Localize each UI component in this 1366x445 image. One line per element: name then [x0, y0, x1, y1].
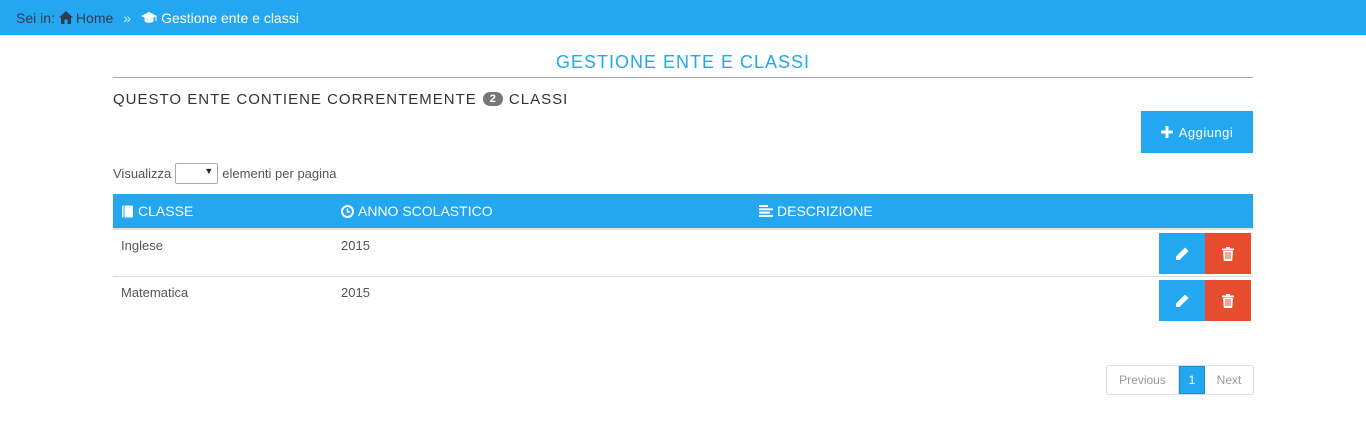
plus-icon [1160, 126, 1173, 138]
delete-button[interactable] [1205, 280, 1251, 321]
edit-button[interactable] [1159, 280, 1205, 321]
page-title: GESTIONE ENTE E CLASSI [113, 52, 1253, 78]
column-header-label: DESCRIZIONE [777, 203, 873, 219]
page-size-prefix: Visualizza [113, 166, 172, 181]
page-size-suffix: elementi per pagina [222, 166, 337, 181]
column-header-label: CLASSE [138, 203, 194, 219]
breadcrumb-separator: » [123, 9, 132, 26]
trash-icon [1222, 293, 1234, 308]
breadcrumb-home-link[interactable]: Home [58, 9, 114, 26]
breadcrumb-current: Gestione ente e classi [141, 10, 299, 26]
count-prefix: QUESTO ENTE CONTIENE CORRENTEMENTE [113, 90, 477, 108]
classes-table: CLASSE ANNO SCOLASTICO DESCRIZIONE Ingle… [113, 194, 1253, 324]
clock-icon [341, 204, 354, 218]
add-button-label: Aggiungi [1178, 124, 1234, 140]
graduation-cap-icon [141, 11, 158, 24]
cell-classe: Inglese [121, 238, 163, 253]
align-left-icon [759, 205, 773, 217]
edit-button[interactable] [1159, 233, 1205, 274]
breadcrumb-current-label: Gestione ente e classi [161, 9, 299, 26]
row-actions [1159, 280, 1251, 321]
table-header: CLASSE ANNO SCOLASTICO DESCRIZIONE [113, 194, 1253, 230]
class-count-line: QUESTO ENTE CONTIENE CORRENTEMENTE 2 CLA… [113, 89, 568, 109]
column-header-label: ANNO SCOLASTICO [358, 203, 493, 219]
count-suffix: CLASSI [508, 90, 569, 108]
home-icon [58, 11, 73, 24]
page-size-select[interactable] [175, 163, 219, 184]
row-actions [1159, 233, 1251, 274]
pagination-previous[interactable]: Previous [1107, 366, 1179, 394]
pencil-icon [1175, 247, 1189, 261]
cell-anno: 2015 [341, 238, 370, 253]
breadcrumb: Sei in: Home » Gestione ente e classi [0, 0, 1366, 35]
pagination: Previous 1 Next [1106, 365, 1254, 395]
add-button[interactable]: Aggiungi [1141, 111, 1253, 153]
delete-button[interactable] [1205, 233, 1251, 274]
table-row: Matematica 2015 [113, 277, 1253, 324]
pagination-page-1[interactable]: 1 [1179, 366, 1205, 394]
column-header-anno[interactable]: ANNO SCOLASTICO [333, 203, 751, 219]
count-badge: 2 [482, 92, 503, 106]
pencil-icon [1175, 294, 1189, 308]
breadcrumb-prefix: Sei in: [16, 9, 55, 26]
breadcrumb-home-label: Home [75, 9, 114, 26]
cell-classe: Matematica [121, 285, 189, 300]
cell-anno: 2015 [341, 285, 370, 300]
pagination-next[interactable]: Next [1205, 366, 1253, 394]
trash-icon [1222, 246, 1234, 261]
book-icon [121, 205, 134, 218]
table-row: Inglese 2015 [113, 230, 1253, 277]
column-header-classe[interactable]: CLASSE [113, 203, 333, 219]
page-size-control: Visualizza elementi per pagina [113, 163, 337, 184]
column-header-descrizione[interactable]: DESCRIZIONE [751, 203, 1253, 219]
